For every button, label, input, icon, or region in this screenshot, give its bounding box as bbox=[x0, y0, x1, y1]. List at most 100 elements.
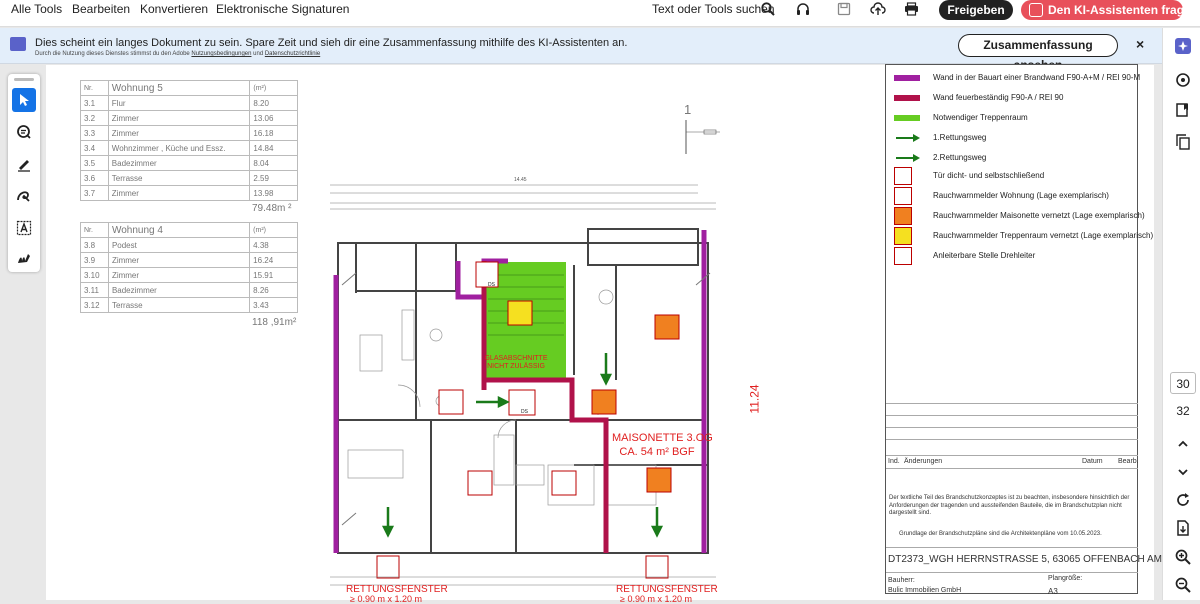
save-icon[interactable] bbox=[835, 0, 853, 18]
comment-tool[interactable] bbox=[12, 120, 36, 144]
legend-note: Der textliche Teil des Brandschutzkonzep… bbox=[889, 495, 1130, 516]
legend-panel: Wand in der Bauart einer Brandwand F90-A… bbox=[885, 64, 1190, 596]
print-icon[interactable] bbox=[902, 0, 920, 18]
legend-item: 2.Rettungsweg bbox=[886, 149, 1138, 167]
comments-panel-button[interactable] bbox=[1173, 70, 1193, 90]
ask-ai-label: Den KI-Assistenten fragen bbox=[1048, 3, 1199, 17]
divider bbox=[886, 455, 1138, 456]
bookmarks-panel-button[interactable] bbox=[1173, 100, 1193, 120]
ask-ai-assistant-button[interactable]: Den KI-Assistenten fragen bbox=[1021, 0, 1198, 20]
cell-name: Zimmer bbox=[107, 252, 251, 268]
terms-link[interactable]: Nutzungsbedingungen bbox=[191, 51, 251, 57]
refresh-icon bbox=[1177, 493, 1189, 506]
highlight-tool[interactable] bbox=[12, 152, 36, 176]
rescue-window-size-2: ≥ 0.90 m x 1.20 m bbox=[620, 594, 692, 604]
fire-resistant-wall-swatch bbox=[894, 95, 920, 101]
cell-nr: 3.10 bbox=[80, 267, 109, 283]
menu-edit[interactable]: Bearbeiten bbox=[72, 0, 130, 18]
cell-nr: 3.4 bbox=[80, 140, 109, 156]
headphones-icon[interactable] bbox=[794, 0, 812, 18]
cell-area: 16.24 bbox=[249, 252, 298, 268]
signature-icon bbox=[18, 254, 30, 263]
pages-panel-button[interactable] bbox=[1173, 132, 1193, 152]
zoom-in-button[interactable] bbox=[1173, 547, 1193, 567]
cloud-upload-icon[interactable] bbox=[869, 0, 887, 18]
search-icon[interactable] bbox=[759, 0, 777, 18]
table-row: 3.11 Badezimmer 8.26 bbox=[80, 282, 298, 298]
menu-e-signatures[interactable]: Elektronische Signaturen bbox=[216, 0, 349, 18]
table-row: 3.10 Zimmer 15.91 bbox=[80, 267, 298, 283]
menu-convert[interactable]: Konvertieren bbox=[140, 0, 208, 18]
cell-nr: 3.1 bbox=[80, 95, 109, 111]
save-page-button[interactable] bbox=[1173, 518, 1193, 538]
legend-text: Anleiterbare Stelle Drehleiter bbox=[933, 251, 1036, 260]
rev-col-ind: Ind. bbox=[888, 458, 900, 465]
text-tool[interactable] bbox=[12, 216, 36, 240]
ladder-icon bbox=[894, 247, 912, 265]
close-banner-button[interactable]: × bbox=[1136, 36, 1144, 52]
cell-area: 13.98 bbox=[249, 185, 298, 201]
maisonette-area: CA. 54 m² BGF bbox=[619, 446, 695, 458]
zoom-out-button[interactable] bbox=[1173, 575, 1193, 595]
table-row: 3.1 Flur 8.20 bbox=[80, 95, 298, 111]
legend-item: Rauchwarnmelder Treppenraum vernetzt (La… bbox=[886, 227, 1153, 247]
ai-sparkle-icon bbox=[10, 37, 26, 51]
page-up-button[interactable] bbox=[1173, 434, 1193, 454]
table-row: 3.6 Terrasse 2.59 bbox=[80, 170, 298, 186]
current-page-input[interactable]: 30 bbox=[1170, 372, 1196, 394]
view-summary-button[interactable]: Zusammenfassung ansehen bbox=[958, 34, 1118, 72]
legend-item: Wand feuerbeständig F90-A / REI 90 bbox=[886, 89, 1138, 107]
col-area: (m²) bbox=[249, 222, 298, 238]
client-name: Bulic Immobilien GmbH bbox=[888, 587, 962, 594]
terms-text: Durch die Nutzung dieses Dienstes stimms… bbox=[35, 51, 190, 57]
top-toolbar: Alle Tools Bearbeiten Konvertieren Elekt… bbox=[0, 0, 1200, 27]
ai-assistant-panel-button[interactable] bbox=[1173, 36, 1193, 56]
cursor-icon bbox=[20, 94, 29, 106]
cell-nr: 3.8 bbox=[80, 237, 109, 253]
select-tool[interactable] bbox=[12, 88, 36, 112]
cell-area: 15.91 bbox=[249, 267, 298, 283]
menu-all-tools[interactable]: Alle Tools bbox=[11, 0, 62, 18]
section-symbol bbox=[685, 120, 720, 154]
ai-assistant-icon bbox=[1029, 3, 1043, 17]
chevron-down-icon bbox=[1178, 469, 1188, 476]
apartment-4-total: 118 ,91m² bbox=[252, 317, 297, 328]
drag-handle[interactable] bbox=[14, 78, 34, 81]
table-row: 3.4 Wohnzimmer , Küche und Essz. 14.84 bbox=[80, 140, 298, 156]
ds-label-1: DS bbox=[488, 282, 496, 288]
stairwell-swatch bbox=[894, 115, 920, 121]
pen-icon bbox=[18, 160, 30, 172]
legend-item: 1.Rettungsweg bbox=[886, 129, 1138, 147]
col-name: Wohnung 4 bbox=[107, 222, 251, 238]
cell-name: Zimmer bbox=[107, 110, 251, 126]
smoke-detector-maisonette-icon bbox=[894, 207, 912, 225]
divider bbox=[886, 547, 1138, 548]
comment-icon bbox=[1176, 73, 1190, 87]
table-row: 3.8 Podest 4.38 bbox=[80, 237, 298, 253]
legend-text: Wand feuerbeständig F90-A / REI 90 bbox=[933, 93, 1064, 102]
cell-nr: 3.7 bbox=[80, 185, 109, 201]
cell-name: Terrasse bbox=[107, 170, 251, 186]
cell-nr: 3.12 bbox=[80, 297, 109, 313]
apartment-4-table: Nr. Wohnung 4 (m²) 3.8 Podest 4.38 3.9 Zimm… bbox=[80, 222, 298, 313]
draw-tool[interactable] bbox=[12, 184, 36, 208]
cell-area: 8.20 bbox=[249, 95, 298, 111]
top-dimension: 14.45 bbox=[514, 177, 527, 183]
dimension-right: 11.24 bbox=[747, 384, 762, 414]
search-tools-label[interactable]: Text oder Tools suchen bbox=[652, 0, 775, 18]
share-button[interactable]: Freigeben bbox=[939, 0, 1013, 20]
privacy-link[interactable]: Datenschutzrichtlinie bbox=[265, 51, 320, 57]
terms-and: und bbox=[253, 51, 264, 57]
rev-col-editor: Bearb. bbox=[1118, 458, 1139, 465]
client-label: Bauherr: bbox=[888, 577, 915, 584]
legend-item: Rauchwarnmelder Maisonette vernetzt (Lag… bbox=[886, 207, 1145, 227]
cell-area: 3.43 bbox=[249, 297, 298, 313]
refresh-button[interactable] bbox=[1173, 490, 1193, 510]
page-down-button[interactable] bbox=[1173, 462, 1193, 482]
firewall-swatch bbox=[894, 75, 920, 81]
arrow-right-icon bbox=[896, 134, 920, 142]
cell-name: Badezimmer bbox=[107, 282, 251, 298]
maisonette-label: MAISONETTE 3.OG bbox=[612, 432, 713, 444]
sign-tool[interactable] bbox=[12, 246, 36, 270]
cell-nr: 3.2 bbox=[80, 110, 109, 126]
